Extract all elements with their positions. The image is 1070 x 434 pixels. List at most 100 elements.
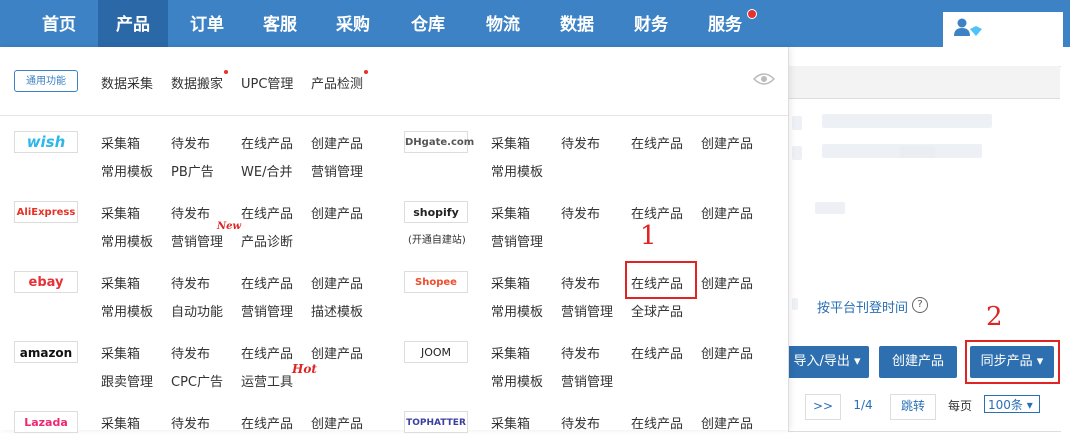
aliexpress-collection-box-link[interactable]: 采集箱 xyxy=(101,203,140,222)
new-dot xyxy=(224,70,228,74)
nav-orders[interactable]: 订单 xyxy=(172,0,242,47)
shopify-logo: shopify xyxy=(404,201,468,223)
data-collection-link[interactable]: 数据采集 xyxy=(101,73,153,92)
amazon-online-products-link[interactable]: 在线产品 xyxy=(241,343,293,362)
aliexpress-online-products-link[interactable]: 在线产品 xyxy=(241,203,293,222)
amazon-follow-sell-link[interactable]: 跟卖管理 xyxy=(101,371,153,390)
pager-jump-button[interactable]: 跳转 xyxy=(890,394,936,420)
ebay-collection-box-link[interactable]: 采集箱 xyxy=(101,273,140,292)
product-check-link[interactable]: 产品检测 xyxy=(311,73,363,92)
create-product-button[interactable]: 创建产品 xyxy=(879,346,957,378)
joom-online-products-link[interactable]: 在线产品 xyxy=(631,343,683,362)
ebay-pending-link[interactable]: 待发布 xyxy=(171,273,210,292)
general-functions-logo: 通用功能 xyxy=(14,70,78,92)
nav-logistics[interactable]: 物流 xyxy=(468,0,538,47)
per-page-label: 每页 xyxy=(948,399,973,413)
shopify-pending-link[interactable]: 待发布 xyxy=(561,203,600,222)
ebay-create-product-link[interactable]: 创建产品 xyxy=(311,273,363,292)
ebay-templates-link[interactable]: 常用模板 xyxy=(101,301,153,320)
joom-pending-link[interactable]: 待发布 xyxy=(561,343,600,362)
lazada-online-products-link[interactable]: 在线产品 xyxy=(241,413,293,432)
per-page-select[interactable]: 100条 ▾ xyxy=(984,395,1040,413)
shopee-templates-link[interactable]: 常用模板 xyxy=(491,301,543,320)
shopee-collection-box-link[interactable]: 采集箱 xyxy=(491,273,530,292)
blurred-content xyxy=(792,146,802,160)
ebay-online-products-link[interactable]: 在线产品 xyxy=(241,273,293,292)
shopee-marketing-link[interactable]: 营销管理 xyxy=(561,301,613,320)
dhgate-create-product-link[interactable]: 创建产品 xyxy=(701,133,753,152)
nav-data[interactable]: 数据 xyxy=(542,0,612,47)
nav-home[interactable]: 首页 xyxy=(20,0,98,47)
tophatter-collection-box-link[interactable]: 采集箱 xyxy=(491,413,530,432)
shopee-pending-link[interactable]: 待发布 xyxy=(561,273,600,292)
nav-service[interactable]: 客服 xyxy=(245,0,315,47)
pager-next-button[interactable]: >> xyxy=(805,394,841,420)
amazon-collection-box-link[interactable]: 采集箱 xyxy=(101,343,140,362)
user-icon xyxy=(954,18,982,36)
annotation-2: 2 xyxy=(986,302,1003,332)
ebay-auto-functions-link[interactable]: 自动功能 xyxy=(171,301,223,320)
nav-services[interactable]: 服务 xyxy=(690,0,760,47)
eye-icon[interactable] xyxy=(753,72,775,86)
sort-by-listing-time-link[interactable]: 按平台刊登时间 xyxy=(817,297,908,316)
aliexpress-create-product-link[interactable]: 创建产品 xyxy=(311,203,363,222)
lazada-collection-box-link[interactable]: 采集箱 xyxy=(101,413,140,432)
dhgate-pending-link[interactable]: 待发布 xyxy=(561,133,600,152)
aliexpress-diagnosis-link[interactable]: 产品诊断 xyxy=(241,231,293,250)
shopify-caption: (开通自建站) xyxy=(408,235,466,246)
wish-pb-ads-link[interactable]: PB广告 xyxy=(171,161,214,180)
nav-purchase[interactable]: 采购 xyxy=(318,0,388,47)
dhgate-templates-link[interactable]: 常用模板 xyxy=(491,161,543,180)
wish-we-merge-link[interactable]: WE/合并 xyxy=(241,161,292,180)
nav-products[interactable]: 产品 xyxy=(98,0,168,47)
amazon-operation-tools-link[interactable]: 运营工具 xyxy=(241,371,293,390)
products-dropdown-menu: 通用功能 数据采集 数据搬家 UPC管理 产品检测 wish 采集箱 待发布 在… xyxy=(0,47,789,433)
lazada-create-product-link[interactable]: 创建产品 xyxy=(311,413,363,432)
general-functions-row: 通用功能 数据采集 数据搬家 UPC管理 产品检测 xyxy=(0,47,788,116)
nav-warehouse[interactable]: 仓库 xyxy=(393,0,463,47)
shopify-collection-box-link[interactable]: 采集箱 xyxy=(491,203,530,222)
nav-finance[interactable]: 财务 xyxy=(616,0,686,47)
joom-create-product-link[interactable]: 创建产品 xyxy=(701,343,753,362)
wish-pending-link[interactable]: 待发布 xyxy=(171,133,210,152)
wish-templates-link[interactable]: 常用模板 xyxy=(101,161,153,180)
wish-marketing-link[interactable]: 营销管理 xyxy=(311,161,363,180)
tophatter-online-products-link[interactable]: 在线产品 xyxy=(631,413,683,432)
aliexpress-pending-link[interactable]: 待发布 xyxy=(171,203,210,222)
tophatter-pending-link[interactable]: 待发布 xyxy=(561,413,600,432)
ebay-description-templates-link[interactable]: 描述模板 xyxy=(311,301,363,320)
notification-dot xyxy=(747,9,757,19)
dhgate-collection-box-link[interactable]: 采集箱 xyxy=(491,133,530,152)
ebay-marketing-link[interactable]: 营销管理 xyxy=(241,301,293,320)
annotation-1: 1 xyxy=(640,221,657,251)
aliexpress-templates-link[interactable]: 常用模板 xyxy=(101,231,153,250)
wish-create-product-link[interactable]: 创建产品 xyxy=(311,133,363,152)
joom-templates-link[interactable]: 常用模板 xyxy=(491,371,543,390)
joom-marketing-link[interactable]: 营销管理 xyxy=(561,371,613,390)
import-export-button[interactable]: 导入/导出 ▾ xyxy=(785,346,869,378)
upc-management-link[interactable]: UPC管理 xyxy=(241,73,293,92)
new-dot xyxy=(364,70,368,74)
lazada-pending-link[interactable]: 待发布 xyxy=(171,413,210,432)
hot-tag: Hot xyxy=(292,362,317,376)
help-icon[interactable]: ? xyxy=(912,297,928,313)
wish-online-products-link[interactable]: 在线产品 xyxy=(241,133,293,152)
dhgate-online-products-link[interactable]: 在线产品 xyxy=(631,133,683,152)
tophatter-create-product-link[interactable]: 创建产品 xyxy=(701,413,753,432)
wish-collection-box-link[interactable]: 采集箱 xyxy=(101,133,140,152)
shopee-create-product-link[interactable]: 创建产品 xyxy=(701,273,753,292)
shopify-create-product-link[interactable]: 创建产品 xyxy=(701,203,753,222)
aliexpress-marketing-link[interactable]: 营销管理 xyxy=(171,231,223,250)
amazon-create-product-link[interactable]: 创建产品 xyxy=(311,343,363,362)
user-account[interactable] xyxy=(943,12,1063,47)
shopify-online-products-link[interactable]: 在线产品 xyxy=(631,203,683,222)
shopify-marketing-link[interactable]: 营销管理 xyxy=(491,231,543,250)
joom-collection-box-link[interactable]: 采集箱 xyxy=(491,343,530,362)
data-migration-link[interactable]: 数据搬家 xyxy=(171,73,223,92)
amazon-cpc-ads-link[interactable]: CPC广告 xyxy=(171,371,223,390)
panel-header xyxy=(788,66,1060,99)
amazon-pending-link[interactable]: 待发布 xyxy=(171,343,210,362)
pager-page-indicator: 1/4 xyxy=(845,394,881,418)
top-nav: 首页 产品 订单 客服 采购 仓库 物流 数据 财务 服务 xyxy=(0,0,1070,47)
shopee-global-products-link[interactable]: 全球产品 xyxy=(631,301,683,320)
